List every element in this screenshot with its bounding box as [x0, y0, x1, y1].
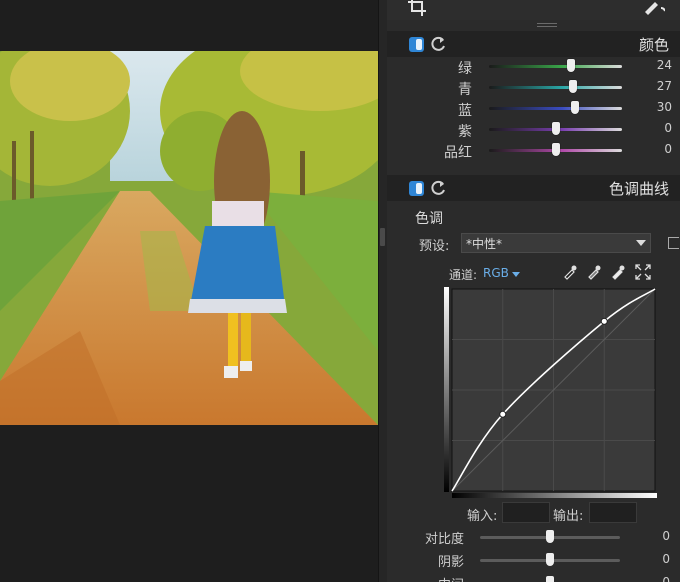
reset-icon[interactable] — [429, 179, 447, 197]
expand-icon[interactable] — [635, 264, 651, 280]
tone-slider-thumb[interactable] — [546, 530, 554, 543]
color-slider-value: 0 — [664, 121, 672, 135]
tone-subtitle: 色调 — [415, 211, 443, 227]
preset-menu-icon[interactable] — [668, 237, 679, 249]
color-slider-label: 紫 — [458, 124, 472, 140]
color-slider-thumb[interactable] — [571, 101, 580, 114]
tone-slider-label: 中间 — [438, 574, 464, 582]
color-slider-track[interactable] — [489, 65, 622, 68]
color-section-header[interactable]: 颜色 — [387, 31, 680, 57]
color-slider-thumb[interactable] — [551, 122, 560, 135]
color-slider-track[interactable] — [489, 86, 622, 89]
black-eyedropper-icon[interactable] — [562, 264, 578, 280]
curve-control-point[interactable] — [600, 317, 608, 325]
input-gradient-bar — [452, 493, 657, 498]
curves-toggle[interactable] — [409, 181, 424, 196]
input-field[interactable] — [502, 502, 550, 523]
color-slider-value: 27 — [656, 79, 672, 93]
tool-bar — [387, 0, 680, 20]
color-slider-row: 紫0 — [387, 119, 680, 140]
color-slider-row: 绿 24 — [387, 56, 680, 77]
color-section-title: 颜色 — [638, 36, 669, 54]
color-slider-row: 品红 0 — [387, 140, 680, 161]
brush-icon[interactable] — [643, 0, 665, 18]
tone-slider-row: 中间 0 — [387, 572, 680, 582]
tone-slider-thumb[interactable] — [546, 576, 554, 582]
color-slider-thumb[interactable] — [551, 143, 560, 156]
tone-slider-label: 阴影 — [437, 555, 464, 570]
color-slider-label: 青 — [458, 82, 472, 98]
color-slider-label: 品红 — [444, 145, 472, 161]
tone-slider-row: 阴影 0 — [387, 549, 680, 571]
adjustments-panel: 颜色 绿 24 青 27 蓝 30 紫 0 品红 0 色调曲线 色调 预设: *中性* 通道: R… — [387, 0, 680, 582]
color-slider-thumb[interactable] — [568, 80, 577, 93]
gray-eyedropper-icon[interactable] — [586, 264, 602, 280]
curve-control-point[interactable] — [499, 410, 507, 418]
tone-slider-row: 对比度 0 — [387, 526, 680, 548]
channel-select[interactable]: RGB — [483, 266, 509, 280]
color-slider-label: 绿 — [458, 61, 472, 77]
tone-curve-editor[interactable] — [444, 287, 657, 499]
tone-slider-value: 0 — [662, 575, 670, 582]
output-gradient-bar — [444, 287, 449, 492]
tone-slider-label: 对比度 — [424, 532, 464, 547]
tone-slider-value: 0 — [662, 529, 670, 543]
output-label: 输出: — [553, 509, 584, 524]
color-slider-value: 24 — [656, 58, 672, 72]
output-field[interactable] — [589, 502, 637, 523]
curves-section-title: 色调曲线 — [608, 180, 669, 198]
photo-preview[interactable] — [0, 51, 378, 425]
preset-select[interactable]: *中性* — [461, 233, 651, 253]
input-label: 输入: — [467, 509, 498, 524]
color-slider-row: 青 27 — [387, 77, 680, 98]
color-toggle[interactable] — [409, 37, 424, 52]
preset-label: 预设: — [419, 239, 450, 254]
color-slider-track[interactable] — [489, 107, 622, 110]
tone-slider-thumb[interactable] — [546, 553, 554, 566]
curves-section-header[interactable]: 色调曲线 — [387, 175, 680, 201]
tone-slider-value: 0 — [662, 552, 670, 566]
reset-icon[interactable] — [429, 35, 447, 53]
color-slider-row: 蓝 30 — [387, 98, 680, 119]
splitter-grip[interactable] — [380, 228, 385, 246]
image-canvas — [0, 0, 378, 582]
panel-resize-handle[interactable] — [537, 23, 557, 28]
color-slider-thumb[interactable] — [567, 59, 576, 72]
crop-icon[interactable] — [407, 0, 427, 17]
preset-value: *中性* — [466, 237, 503, 251]
channel-label: 通道: — [449, 268, 478, 282]
color-slider-label: 蓝 — [458, 103, 472, 119]
chevron-down-icon — [512, 272, 520, 277]
white-eyedropper-icon[interactable] — [610, 264, 626, 280]
chevron-down-icon — [636, 240, 646, 246]
color-slider-value: 0 — [664, 142, 672, 156]
color-slider-value: 30 — [656, 100, 672, 114]
